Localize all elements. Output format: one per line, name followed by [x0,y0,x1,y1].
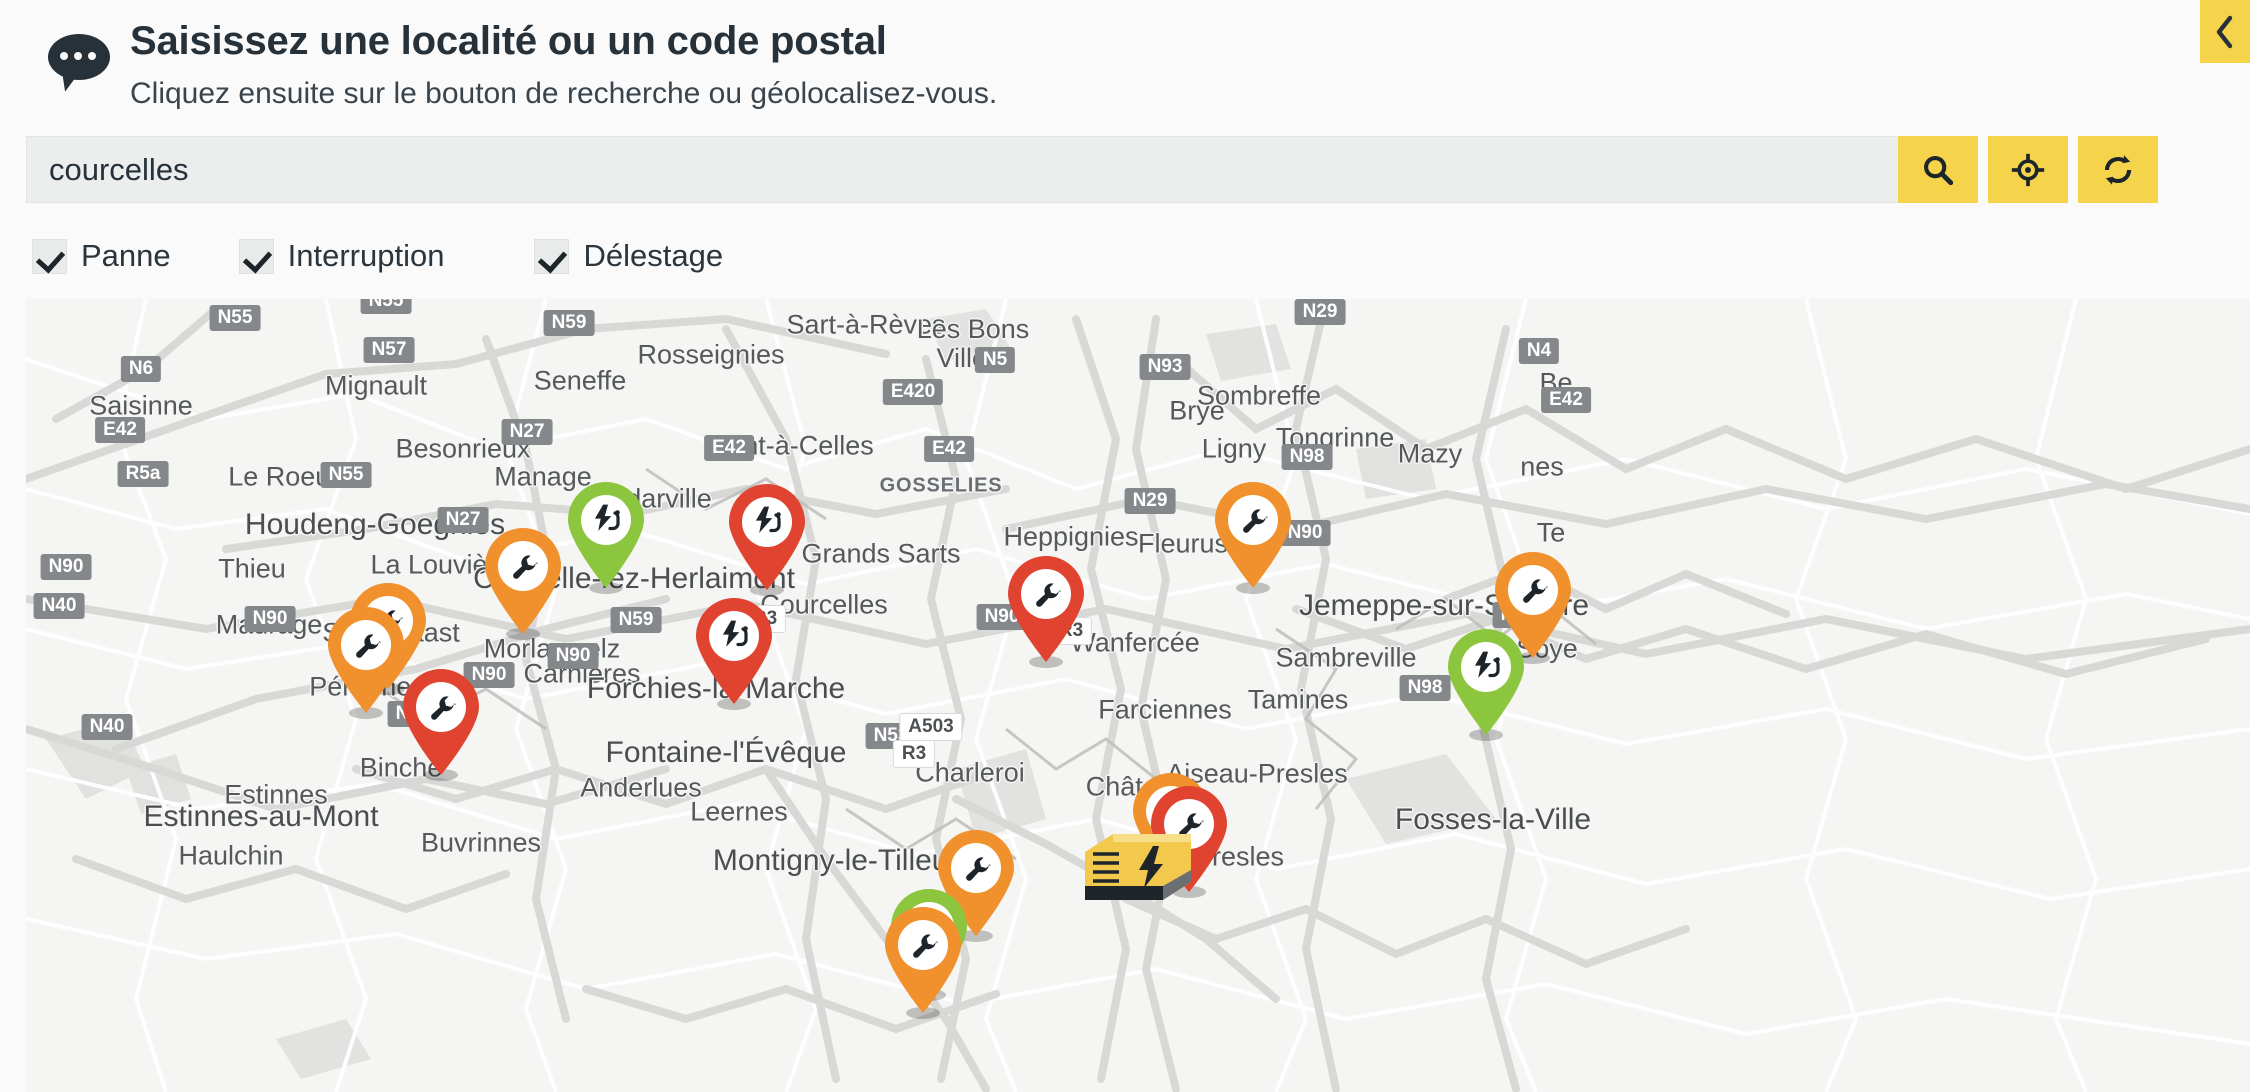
outage-map-page: Saisissez une localité ou un code postal… [0,0,2250,1092]
map-marker-panne[interactable] [688,596,780,712]
panel-header: Saisissez une localité ou un code postal… [48,16,997,112]
refresh-button[interactable] [2078,136,2158,203]
speech-bubble-icon [48,34,110,95]
map-marker-interruption[interactable] [560,480,652,596]
search-panel: Saisissez une localité ou un code postal… [0,0,2250,299]
map-marker-delestage[interactable] [477,526,569,642]
chevron-left-icon [2216,15,2233,48]
filter-interruption-label: Interruption [287,238,445,273]
map-marker-interruption[interactable] [1440,627,1532,743]
checkbox-checked-icon[interactable] [32,238,67,274]
checkbox-checked-icon[interactable] [238,238,274,274]
filter-panne-label: Panne [81,238,171,273]
filter-delestage[interactable]: Délestage [534,238,723,274]
collapse-panel-button[interactable] [2200,0,2250,63]
search-row [26,136,2158,203]
checkbox-checked-icon[interactable] [534,238,570,274]
filter-group: Panne Interruption Délestage [32,238,723,274]
geolocate-button[interactable] [1988,136,2068,203]
filter-delestage-label: Délestage [583,238,724,273]
map-marker-panne[interactable] [721,482,813,598]
map-canvas[interactable]: Saisinne Mignault Le Roeulx Besonrieux Houde… [26,299,2250,1092]
map-marker-delestage[interactable] [1207,480,1299,596]
map-marker-panne[interactable] [395,667,487,783]
search-input[interactable] [26,136,1898,203]
filter-panne[interactable]: Panne [32,238,171,274]
page-title: Saisissez une localité ou un code postal [130,19,887,63]
map-marker-panne[interactable] [1143,784,1235,900]
page-subtitle: Cliquez ensuite sur le bouton de recherc… [130,77,998,111]
filter-interruption[interactable]: Interruption [238,238,445,274]
search-button[interactable] [1898,136,1978,203]
map-marker-delestage[interactable] [877,905,969,1021]
map-marker-panne[interactable] [1000,554,1092,670]
